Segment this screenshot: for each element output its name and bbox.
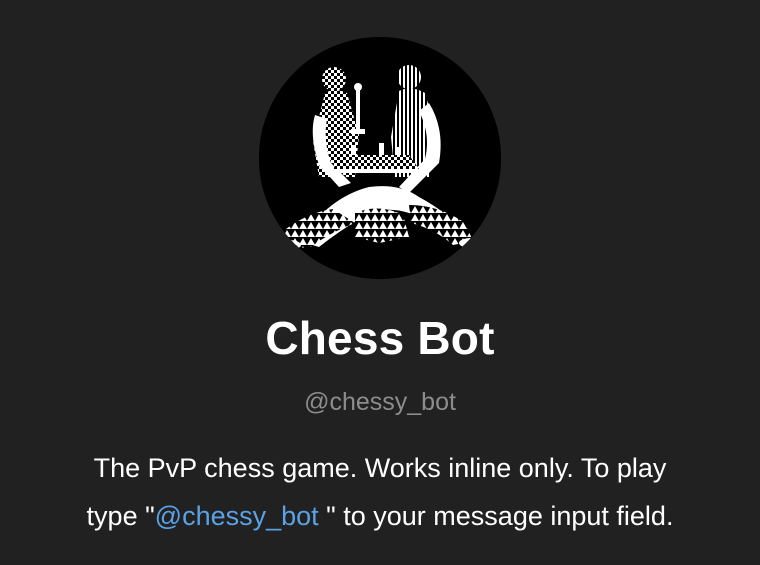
- bot-username[interactable]: @chessy_bot: [0, 386, 760, 418]
- bot-name: Chess Bot: [265, 312, 495, 364]
- bot-description: The PvP chess game. Works inline only. T…: [20, 444, 740, 540]
- description-line-2-prefix: type ": [86, 501, 155, 531]
- chess-players-logo-icon: [259, 37, 501, 279]
- description-line-2-suffix: " to your message input field.: [318, 501, 674, 531]
- description-line-1: The PvP chess game. Works inline only. T…: [93, 453, 667, 483]
- bot-profile: Chess Bot @chessy_bot The PvP chess game…: [0, 0, 760, 565]
- bot-avatar[interactable]: [259, 37, 501, 279]
- mention-link[interactable]: @chessy_bot: [155, 501, 319, 531]
